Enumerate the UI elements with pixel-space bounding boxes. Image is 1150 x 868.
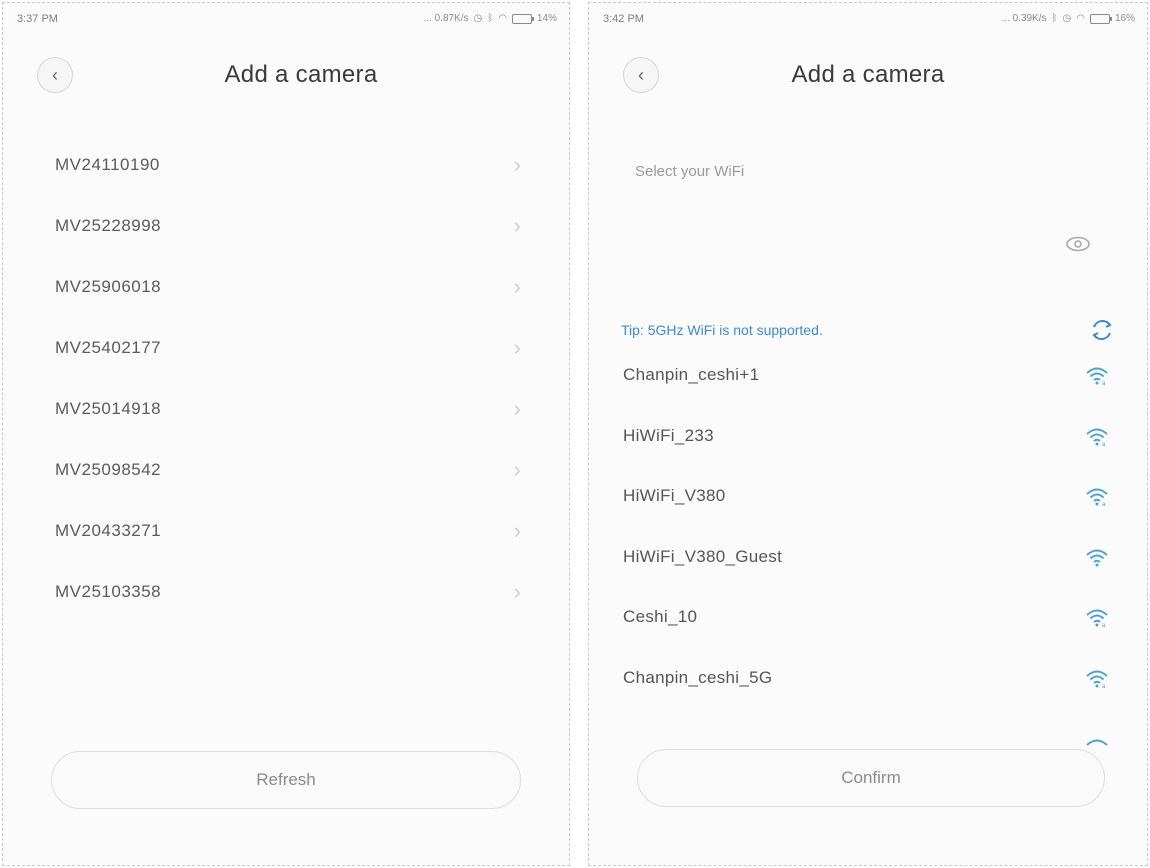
page-title: Add a camera [224,61,378,88]
list-item[interactable]: MV25402177 › [3,317,569,378]
wifi-name: HiWiFi_V380 [623,486,726,506]
network-speed: ... 0.39K/s [1001,13,1047,24]
screen-header: ‹ Add a camera [3,51,569,103]
screen-header: ‹ Add a camera [589,51,1147,103]
chevron-right-icon: › [513,151,521,177]
tip-row: Tip: 5GHz WiFi is not supported. [621,315,1115,345]
wifi-name: HiWiFi_233 [623,425,714,445]
chevron-right-icon: › [513,578,521,604]
device-list-screen: 3:37 PM ... 0.87K/s ◷ ᛒ ◠ 14% ‹ Add a ca… [2,2,570,866]
wifi-signal-icon: a [1086,367,1108,385]
svg-text:a: a [1102,502,1106,506]
chevron-right-icon: › [513,395,521,421]
battery-percent: 16% [1114,13,1135,24]
status-time: 3:37 PM [17,13,58,25]
battery-percent: 14% [536,13,557,24]
wifi-signal-icon: a [1086,488,1108,506]
wifi-name: Chanpin_ceshi_5G [623,667,773,687]
tip-text: Tip: 5GHz WiFi is not supported. [621,322,823,338]
wifi-name: Ceshi_10 [623,607,698,627]
svg-text:a: a [1102,623,1106,627]
wifi-network-list: Chanpin_ceshi+1 a HiWiFi_233 a HiWiFi_V3… [589,345,1147,708]
chevron-right-icon: › [513,517,521,543]
wifi-signal-icon: a [1086,428,1108,446]
list-item[interactable]: Ceshi_10 a [589,587,1147,648]
list-item[interactable]: MV25906018 › [3,256,569,317]
alarm-icon: ◷ [473,13,483,24]
list-item[interactable]: MV25098542 › [3,439,569,500]
wifi-signal-icon: a [1086,670,1108,688]
page-title: Add a camera [791,61,945,88]
list-item[interactable]: Chanpin_ceshi_5G a [589,648,1147,709]
wifi-status-icon: ◠ [498,13,507,24]
chevron-right-icon: › [513,456,521,482]
status-indicators: ... 0.87K/s ◷ ᛒ ◠ 14% [423,13,557,24]
status-time: 3:42 PM [603,13,644,25]
list-item[interactable]: MV25228998 › [3,195,569,256]
list-item[interactable]: MV20433271 › [3,500,569,561]
svg-text:a: a [1102,684,1106,688]
wifi-select-screen: 3:42 PM ... 0.39K/s ᛒ ◷ ◠ 16% ‹ Add a ca… [588,2,1148,866]
camera-device-list: MV24110190 › MV25228998 › MV25906018 › M… [3,134,569,622]
battery-icon [1089,13,1112,24]
chevron-right-icon: › [513,273,521,299]
list-item[interactable]: HiWiFi_V380 a [589,466,1147,527]
device-id: MV20433271 [55,520,162,540]
chevron-right-icon: › [513,212,521,238]
list-item[interactable]: HiWiFi_V380_Guest [589,527,1147,588]
device-id: MV25402177 [55,337,162,357]
device-id: MV25014918 [55,398,162,418]
confirm-button[interactable]: Confirm [637,749,1105,807]
network-speed: ... 0.87K/s [423,13,469,24]
bluetooth-icon: ᛒ [1051,13,1058,24]
list-item[interactable]: MV25103358 › [3,561,569,622]
list-item[interactable]: Chanpin_ceshi+1 a [589,345,1147,406]
battery-icon [511,13,534,24]
alarm-icon: ◷ [1062,13,1072,24]
list-item[interactable]: HiWiFi_233 a [589,406,1147,467]
wifi-select-label: Select your WiFi [635,163,745,180]
wifi-signal-icon [1086,549,1108,567]
status-indicators: ... 0.39K/s ᛒ ◷ ◠ 16% [1001,13,1135,24]
device-id: MV25228998 [55,215,162,235]
refresh-icon[interactable] [1089,317,1115,343]
wifi-status-icon: ◠ [1076,13,1085,24]
device-id: MV25906018 [55,276,162,296]
svg-text:a: a [1102,381,1106,385]
list-item[interactable]: MV25014918 › [3,378,569,439]
eye-icon[interactable] [1065,235,1091,253]
wifi-name: HiWiFi_V380_Guest [623,546,783,566]
bluetooth-icon: ᛒ [487,13,494,24]
svg-text:a: a [1102,442,1106,446]
wifi-signal-icon: a [1086,609,1108,627]
device-id: MV25098542 [55,459,162,479]
status-bar: 3:42 PM ... 0.39K/s ᛒ ◷ ◠ 16% [589,3,1147,33]
device-id: MV25103358 [55,581,162,601]
device-id: MV24110190 [55,154,160,174]
refresh-button[interactable]: Refresh [51,751,521,809]
status-bar: 3:37 PM ... 0.87K/s ◷ ᛒ ◠ 14% [3,3,569,33]
wifi-signal-icon [1085,737,1109,747]
wifi-name: Chanpin_ceshi+1 [623,365,760,385]
chevron-right-icon: › [513,334,521,360]
list-item[interactable]: MV24110190 › [3,134,569,195]
